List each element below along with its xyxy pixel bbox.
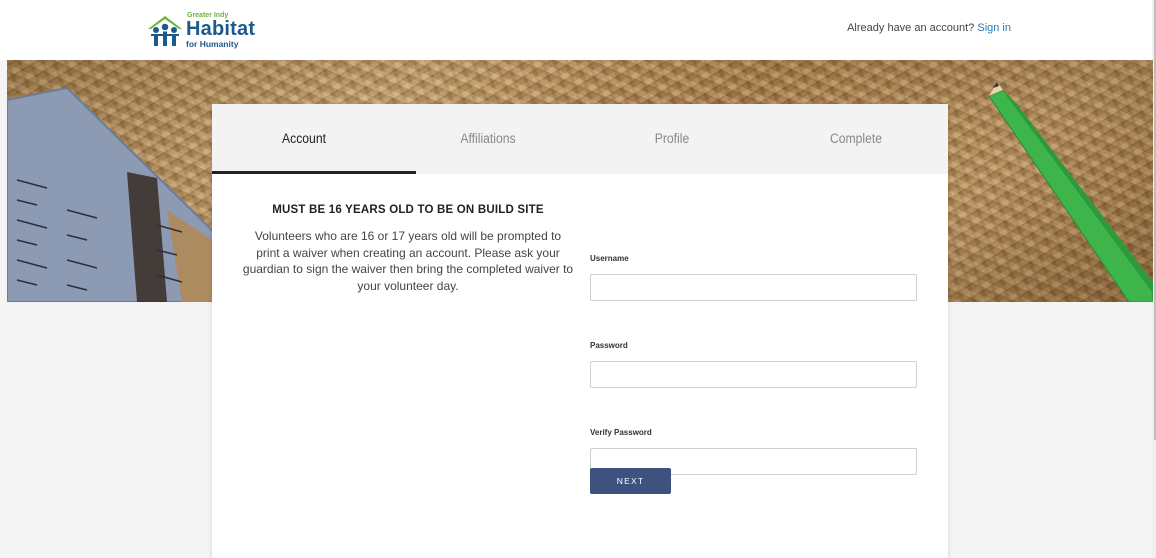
username-input[interactable] — [590, 274, 917, 301]
logo-wordmark: Greater Indy Habitat for Humanity — [186, 12, 255, 49]
signin-link[interactable]: Sign in — [977, 22, 1011, 34]
signin-prompt: Already have an account? Sign in — [847, 22, 1011, 34]
verify-password-label: Verify Password — [590, 428, 652, 437]
step-complete[interactable]: Complete — [773, 104, 939, 174]
active-step-indicator — [212, 171, 416, 174]
top-bar: Greater Indy Habitat for Humanity Alread… — [0, 0, 1152, 60]
password-label: Password — [590, 341, 628, 350]
next-button[interactable]: NEXT — [590, 468, 671, 494]
house-people-icon — [148, 16, 182, 46]
signup-card: Account Affiliations Profile Complete MU… — [212, 104, 948, 558]
step-profile[interactable]: Profile — [589, 104, 755, 174]
logo-name: Habitat — [186, 17, 256, 40]
habitat-logo[interactable]: Greater Indy Habitat for Humanity — [146, 12, 255, 48]
logo-tagline: for Humanity — [186, 38, 239, 49]
username-label: Username — [590, 254, 629, 263]
age-notice: MUST BE 16 YEARS OLD TO BE ON BUILD SITE… — [242, 204, 574, 294]
pencil-icon — [988, 82, 1153, 302]
account-prompt-text: Already have an account? — [847, 22, 975, 34]
notice-title: MUST BE 16 YEARS OLD TO BE ON BUILD SITE — [272, 204, 544, 216]
step-affiliations[interactable]: Affiliations — [405, 104, 571, 174]
notice-body: Volunteers who are 16 or 17 years old wi… — [242, 229, 574, 293]
speed-square-icon — [7, 86, 223, 302]
password-input[interactable] — [590, 361, 917, 388]
account-form: Username Password Verify Password NEXT — [590, 254, 917, 515]
signup-steps: Account Affiliations Profile Complete — [212, 104, 948, 174]
step-account[interactable]: Account — [221, 104, 387, 174]
